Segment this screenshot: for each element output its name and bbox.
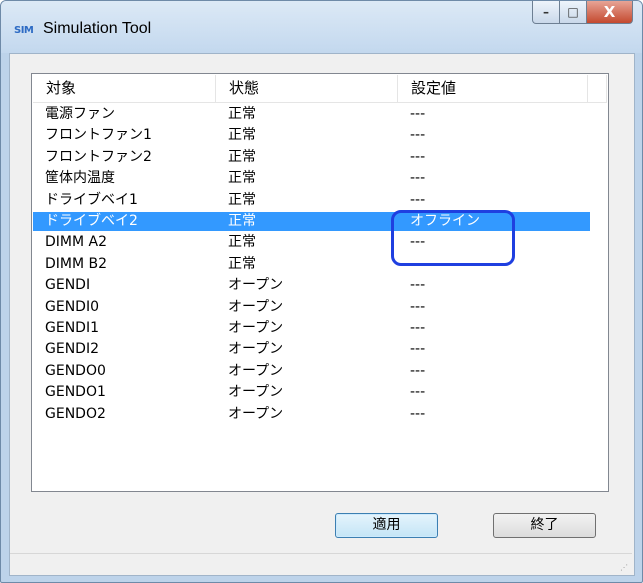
status-bar: ⋰ (10, 553, 632, 575)
cell-target: フロントファン1 (45, 127, 152, 144)
cell-target: ドライブベイ1 (45, 191, 138, 208)
cell-setting: --- (410, 170, 426, 187)
cell-target: ドライブベイ2 (45, 213, 138, 229)
cell-status: オープン (228, 320, 284, 336)
table-row[interactable]: GENDI オープン --- (33, 276, 590, 295)
cell-status: 正常 (228, 234, 256, 251)
resize-grip-icon[interactable]: ⋰ (620, 563, 628, 572)
cell-setting: --- (410, 106, 426, 122)
sensor-list[interactable]: 対象 状態 設定値 電源ファン 正常 --- フロントファン1 正常 --- フロントファン… (31, 73, 609, 492)
maximize-button[interactable]: □ (560, 1, 587, 24)
cell-target: GENDO2 (45, 405, 106, 422)
table-row[interactable]: GENDI1 オープン --- (33, 319, 590, 338)
cell-target: GENDI (45, 277, 91, 294)
table-row[interactable]: GENDI0 オープン --- (33, 298, 590, 317)
title-bar[interactable]: SIM Simulation Tool – □ X (1, 1, 642, 53)
column-header-setting[interactable]: 設定値 (398, 75, 588, 102)
exit-button[interactable]: 終了 (493, 513, 596, 538)
app-icon: SIM (14, 25, 34, 36)
cell-setting: --- (410, 277, 426, 294)
cell-status: 正常 (228, 191, 256, 208)
cell-target: 電源ファン (45, 106, 115, 122)
cell-status: オープン (228, 405, 284, 422)
cell-setting: --- (410, 148, 426, 165)
cell-setting: --- (410, 127, 426, 144)
cell-status: 正常 (228, 213, 256, 229)
table-row[interactable]: ドライブベイ1 正常 --- (33, 191, 590, 210)
cell-status: 正常 (228, 170, 256, 187)
cell-setting: --- (410, 384, 426, 401)
highlight-annotation (391, 210, 515, 266)
cell-status: 正常 (228, 255, 256, 272)
cell-setting: --- (410, 320, 426, 336)
window-title: Simulation Tool (43, 20, 152, 37)
cell-target: GENDO0 (45, 362, 106, 379)
cell-setting: --- (410, 405, 426, 422)
column-header-status[interactable]: 状態 (216, 75, 398, 102)
cell-setting: --- (410, 191, 426, 208)
cell-target: 筐体内温度 (45, 170, 115, 187)
cell-status: 正常 (228, 127, 256, 144)
table-row[interactable]: GENDO2 オープン --- (33, 405, 590, 424)
column-header-filler (588, 75, 607, 102)
cell-status: オープン (228, 277, 284, 294)
minimize-button[interactable]: – (532, 1, 560, 24)
cell-target: GENDI0 (45, 298, 99, 315)
cell-status: 正常 (228, 148, 256, 165)
table-row[interactable]: 電源ファン 正常 --- (33, 105, 590, 124)
close-button[interactable]: X (587, 1, 633, 24)
cell-setting: --- (410, 298, 426, 315)
table-row[interactable]: フロントファン2 正常 --- (33, 148, 590, 167)
table-row[interactable]: GENDO1 オープン --- (33, 383, 590, 402)
caption-buttons: – □ X (532, 1, 633, 24)
cell-target: DIMM A2 (45, 234, 108, 251)
list-header: 対象 状態 設定値 (33, 75, 607, 103)
cell-status: オープン (228, 384, 284, 401)
apply-button[interactable]: 適用 (335, 513, 438, 538)
cell-status: オープン (228, 298, 284, 315)
cell-setting: --- (410, 362, 426, 379)
cell-status: オープン (228, 362, 284, 379)
cell-target: フロントファン2 (45, 148, 152, 165)
table-row[interactable]: フロントファン1 正常 --- (33, 126, 590, 145)
cell-target: GENDI2 (45, 341, 99, 358)
table-row[interactable]: GENDI2 オープン --- (33, 340, 590, 359)
cell-target: DIMM B2 (45, 255, 108, 272)
cell-status: 正常 (228, 106, 256, 122)
table-row[interactable]: GENDO0 オープン --- (33, 362, 590, 381)
column-header-target[interactable]: 対象 (33, 75, 216, 102)
table-row[interactable]: 筐体内温度 正常 --- (33, 169, 590, 188)
cell-status: オープン (228, 341, 284, 358)
cell-target: GENDO1 (45, 384, 106, 401)
cell-target: GENDI1 (45, 320, 99, 336)
cell-setting: --- (410, 341, 426, 358)
